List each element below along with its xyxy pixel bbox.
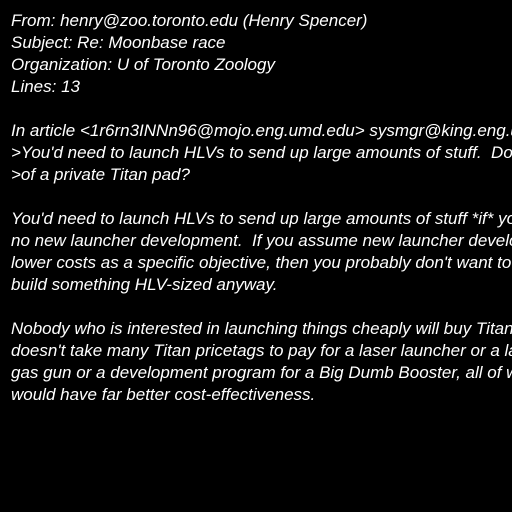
header-subject: Subject: Re: Moonbase race <box>11 33 226 52</box>
newsgroup-message-page: From: henry@zoo.toronto.edu (Henry Spenc… <box>0 0 512 512</box>
header-from: From: henry@zoo.toronto.edu (Henry Spenc… <box>11 11 368 30</box>
header-lines: Lines: 13 <box>11 77 80 96</box>
quoted-line: >You'd need to launch HLVs to send up la… <box>11 143 512 162</box>
header-organization: Organization: U of Toronto Zoology <box>11 55 275 74</box>
body-line: would have far better cost-effectiveness… <box>11 385 316 404</box>
body-line: gas gun or a development program for a B… <box>11 363 512 382</box>
quoted-line: >of a private Titan pad? <box>11 165 190 184</box>
body-line: doesn't take many Titan pricetags to pay… <box>11 341 512 360</box>
body-line: lower costs as a specific objective, the… <box>11 253 512 272</box>
body-line: You'd need to launch HLVs to send up lar… <box>11 209 512 228</box>
quote-attribution: In article <1r6rn3INNn96@mojo.eng.umd.ed… <box>11 121 512 140</box>
body-line: build something HLV-sized anyway. <box>11 275 278 294</box>
body-line: Nobody who is interested in launching th… <box>11 319 512 338</box>
body-line: no new launcher development. If you assu… <box>11 231 512 250</box>
message-text: From: henry@zoo.toronto.edu (Henry Spenc… <box>11 10 512 406</box>
